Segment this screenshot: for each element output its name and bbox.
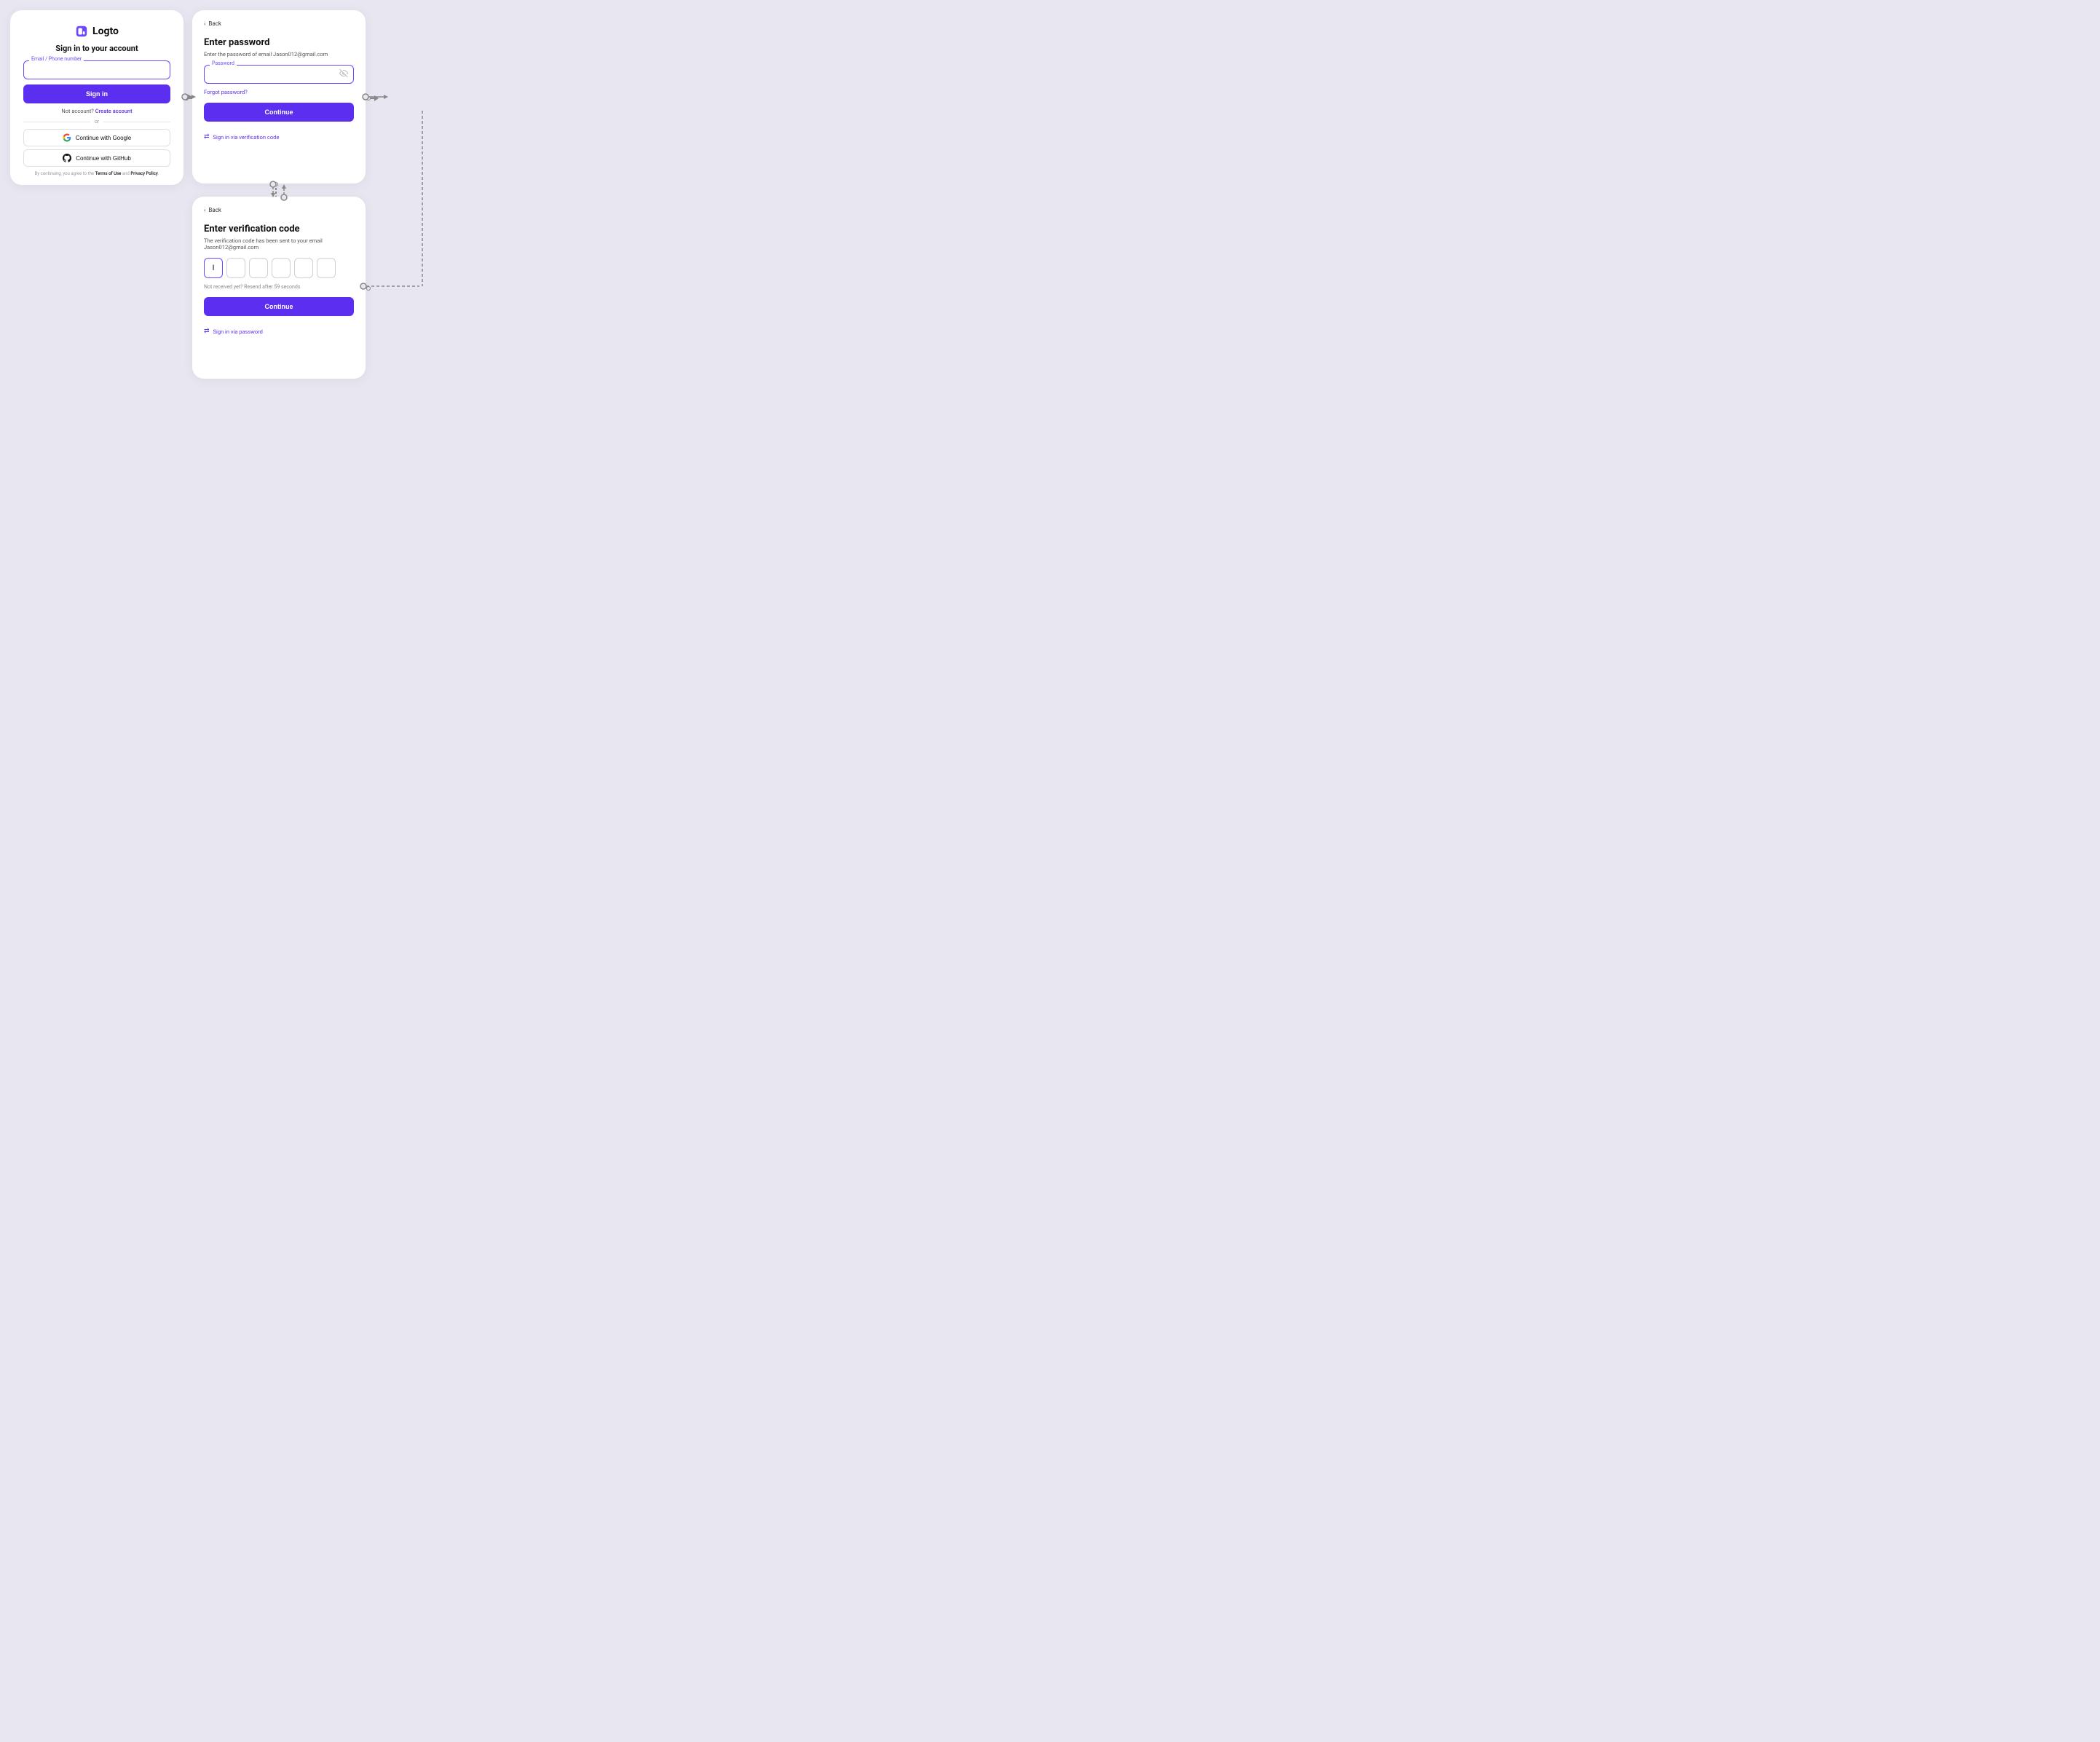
- create-account-link[interactable]: Create account: [95, 108, 133, 114]
- code-input-5[interactable]: [294, 258, 313, 278]
- code-input-2[interactable]: [226, 258, 245, 278]
- github-icon: [63, 154, 71, 162]
- logto-logo-icon: [75, 25, 88, 38]
- password-input[interactable]: [204, 65, 354, 84]
- email-label: Email / Phone number: [29, 56, 84, 62]
- password-input-group: Password: [204, 65, 354, 84]
- code-input-6[interactable]: [317, 258, 336, 278]
- logo-text: Logto: [92, 25, 119, 37]
- verify-title: Enter verification code: [204, 224, 354, 234]
- privacy-link[interactable]: Privacy Policy: [130, 171, 158, 176]
- password-subtitle: Enter the password of email Jason012@gma…: [204, 51, 354, 58]
- forgot-password-link[interactable]: Forgot password?: [204, 89, 354, 95]
- password-back-label: Back: [208, 20, 221, 27]
- verify-subtitle: The verification code has been sent to y…: [204, 237, 354, 251]
- signin-title: Sign in to your account: [23, 44, 170, 53]
- back-chevron-icon: ‹: [204, 20, 205, 27]
- password-back-link[interactable]: ‹ Back: [204, 20, 354, 27]
- email-input[interactable]: [23, 60, 170, 79]
- terms-link[interactable]: Terms of Use: [95, 171, 122, 176]
- github-btn-label: Continue with GitHub: [76, 155, 131, 162]
- google-icon: [63, 133, 71, 142]
- password-title: Enter password: [204, 37, 354, 48]
- eye-icon[interactable]: [339, 69, 348, 80]
- verify-back-link[interactable]: ‹ Back: [204, 207, 354, 213]
- switch-to-code-link[interactable]: ⇄ Sign in via verification code: [204, 133, 354, 141]
- google-btn-label: Continue with Google: [76, 135, 132, 141]
- switch-to-code-label: Sign in via verification code: [213, 134, 280, 141]
- divider-row: or: [23, 119, 170, 125]
- email-input-group: Email / Phone number: [23, 60, 170, 79]
- code-input-3[interactable]: [249, 258, 268, 278]
- switch-to-password-icon: ⇄: [204, 328, 210, 335]
- switch-icon: ⇄: [204, 133, 210, 141]
- code-input-4[interactable]: [272, 258, 291, 278]
- switch-to-password-label: Sign in via password: [213, 328, 263, 335]
- signin-card: Logto Sign in to your account Email / Ph…: [10, 10, 183, 185]
- resend-text: Not received yet? Resend after 59 second…: [204, 284, 354, 290]
- verify-back-chevron-icon: ‹: [204, 207, 205, 213]
- signin-button[interactable]: Sign in: [23, 84, 170, 103]
- verify-back-label: Back: [208, 207, 221, 213]
- github-signin-button[interactable]: Continue with GitHub: [23, 149, 170, 167]
- switch-to-password-link[interactable]: ⇄ Sign in via password: [204, 328, 354, 335]
- logo-area: Logto: [23, 25, 170, 38]
- password-card: ‹ Back Enter password Enter the password…: [192, 10, 366, 184]
- google-signin-button[interactable]: Continue with Google: [23, 129, 170, 146]
- verify-continue-button[interactable]: Continue: [204, 297, 354, 316]
- code-input-1[interactable]: [204, 258, 223, 278]
- arrow-verify-to-success: [366, 286, 371, 291]
- divider-text: or: [95, 119, 99, 125]
- verify-card: ‹ Back Enter verification code The verif…: [192, 197, 366, 379]
- no-account-text: Not account? Create account: [23, 108, 170, 114]
- terms-text: By continuing, you agree to the Terms of…: [23, 171, 170, 177]
- code-inputs: [204, 258, 354, 278]
- password-label: Password: [210, 60, 237, 66]
- arrow-password-to-success: [366, 95, 379, 101]
- password-continue-button[interactable]: Continue: [204, 103, 354, 122]
